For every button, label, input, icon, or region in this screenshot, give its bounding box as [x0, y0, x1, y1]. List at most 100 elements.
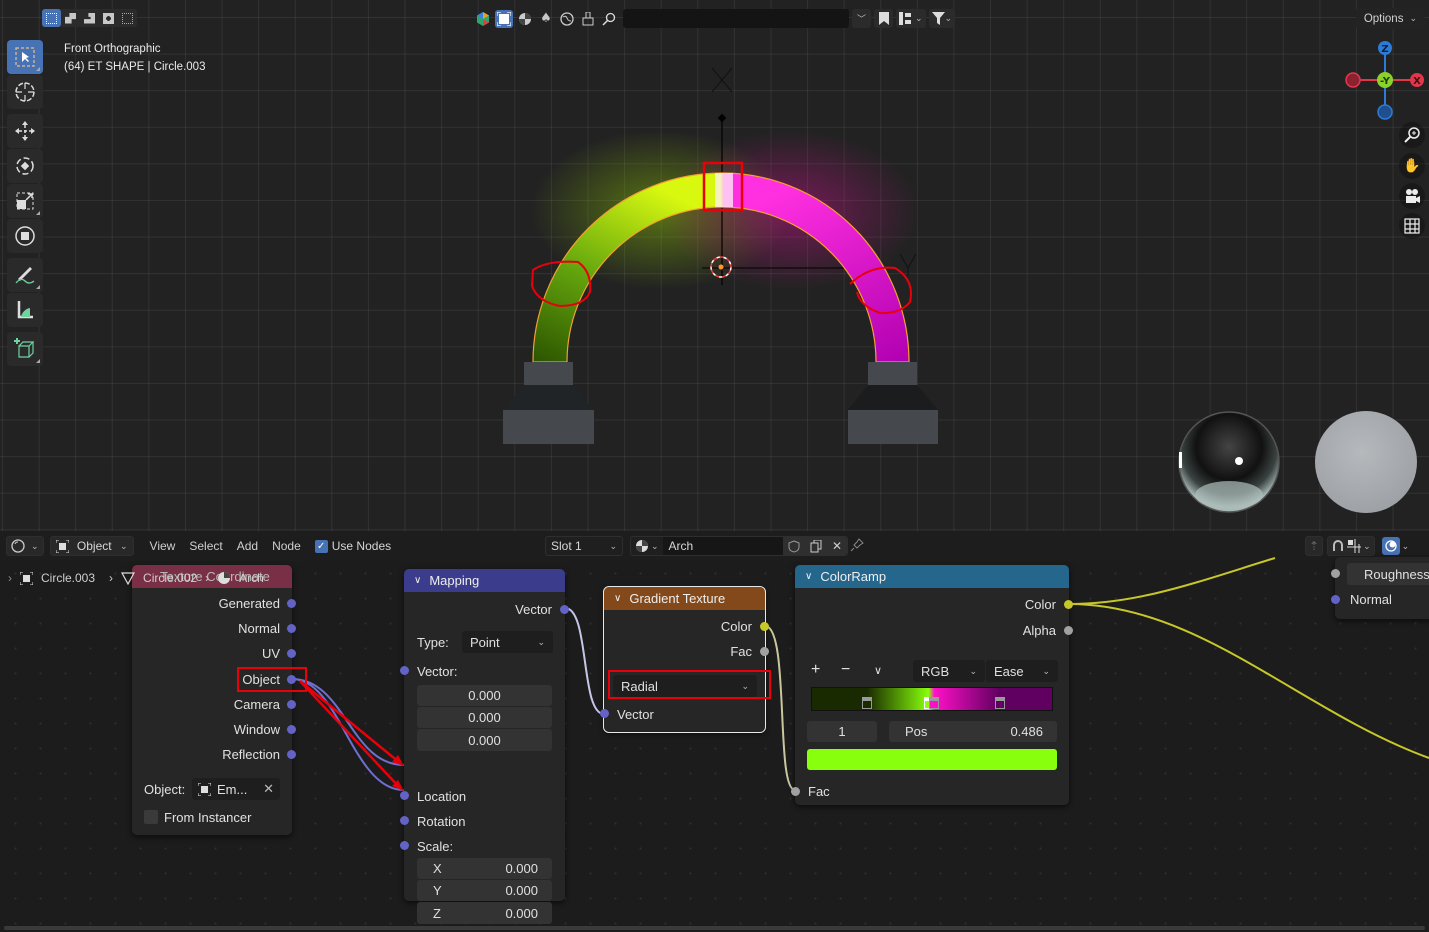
socket-color-out[interactable] [1064, 600, 1073, 609]
node-title: Gradient Texture [629, 591, 726, 606]
socket-normal[interactable] [287, 624, 296, 633]
camera-view-button[interactable] [1399, 183, 1425, 209]
socket-fac-out[interactable] [760, 647, 769, 656]
color-stop-handle[interactable] [994, 697, 1005, 709]
link-colorramp-emission [1068, 557, 1276, 605]
socket-object[interactable] [287, 675, 296, 684]
stop-position-field[interactable]: Pos 0.486 [889, 721, 1057, 742]
interpolation-value: Ease [994, 663, 1024, 679]
colorramp-node[interactable]: ∨ ColorRamp Color Alpha + − ∨ RGB ⌄ Ease ⌄… [791, 565, 1073, 805]
add-stop-button[interactable]: + [811, 660, 820, 680]
hdri-diffuse-sphere[interactable] [1315, 411, 1417, 513]
socket-label: Color [720, 618, 752, 634]
link-colorramp-shader [1068, 603, 1429, 759]
remove-stop-button[interactable]: − [841, 660, 850, 680]
output-color: Color [721, 616, 752, 636]
material-sphere-icon [218, 572, 231, 584]
link-gradient-colorramp [764, 625, 796, 791]
clear-object-icon[interactable]: ✕ [263, 781, 274, 797]
gizmo-neg-x-axis[interactable] [1345, 72, 1361, 88]
socket-vector-out[interactable] [560, 605, 569, 614]
interpolation-dropdown[interactable]: Ease ⌄ [986, 660, 1058, 682]
texture-coordinate-node[interactable]: Texture Coordinate Generated Normal UV O… [132, 565, 296, 835]
socket-label: Normal [238, 620, 280, 636]
chevron-down-icon: ⌄ [537, 636, 545, 647]
collapse-chevron-icon[interactable]: ∨ [414, 575, 421, 586]
axis: X [433, 861, 442, 876]
node-title: Mapping [429, 573, 480, 588]
object-icon [20, 571, 33, 585]
socket-rotation[interactable] [400, 816, 409, 825]
3d-viewport[interactable]: Front Orthographic (64) ET SHAPE | Circl… [0, 0, 1429, 531]
shader-node-editor[interactable]: ⌄ Object ⌄ View Select Add Node ✓ Use No… [0, 531, 1429, 932]
scale-z-field[interactable]: Z 0.000 [417, 902, 552, 924]
principled-bsdf-node-partial[interactable]: Roughness Normal [1331, 557, 1429, 619]
left-pedestal[interactable] [503, 362, 594, 444]
collapse-chevron-icon[interactable]: ∨ [805, 571, 812, 582]
mesh-data-icon [121, 571, 136, 585]
type-dropdown[interactable]: Point ⌄ [462, 631, 553, 653]
hand-icon: ✋ [1403, 158, 1421, 174]
socket-roughness-in[interactable] [1331, 569, 1340, 578]
socket-camera[interactable] [287, 700, 296, 709]
active-stop-index-field[interactable]: 1 [807, 721, 877, 742]
socket-reflection[interactable] [287, 750, 296, 759]
checkbox-unchecked-icon[interactable] [144, 810, 158, 824]
socket-fac-in[interactable] [791, 787, 800, 796]
socket-location[interactable] [400, 791, 409, 800]
scale-x-field[interactable]: X 0.000 [417, 858, 552, 879]
object-picker[interactable]: Em... ✕ [192, 778, 280, 800]
pan-button[interactable]: ✋ [1399, 153, 1425, 179]
label: Rotation [417, 813, 466, 829]
socket-normal-in[interactable] [1331, 595, 1340, 604]
color-ramp-stops [811, 697, 1053, 717]
color-stop-handle[interactable] [929, 697, 940, 709]
vector-x-field[interactable]: 0.000 [417, 685, 552, 706]
socket-vector-in[interactable] [400, 666, 409, 675]
socket-uv[interactable] [287, 649, 296, 658]
socket-label: Generated [218, 595, 280, 611]
socket-label: Fac [808, 783, 830, 799]
socket-label: Alpha [1022, 622, 1056, 638]
breadcrumb-separator: › [109, 571, 114, 585]
socket-vector-in[interactable] [600, 709, 609, 718]
ramp-menu-dropdown[interactable]: ∨ [874, 660, 882, 680]
right-pedestal[interactable] [848, 362, 938, 444]
output-fac: Fac [730, 641, 752, 661]
node-header[interactable]: ∨ Mapping [404, 569, 565, 592]
vector-y-field[interactable]: 0.000 [417, 707, 552, 728]
label: Type: [417, 634, 449, 650]
value: 0.486 [1010, 724, 1043, 739]
zoom-button[interactable] [1399, 122, 1425, 148]
color-mode-dropdown[interactable]: RGB ⌄ [913, 660, 985, 682]
mapping-node[interactable]: ∨ Mapping Vector Type: Point ⌄ Vector: 0.… [400, 569, 569, 924]
color-stop-handle[interactable] [861, 697, 872, 709]
socket-scale[interactable] [400, 841, 409, 850]
hdri-chrome-sphere[interactable] [1178, 411, 1280, 513]
gradient-texture-node[interactable]: ∨ Gradient Texture Color Fac Radial ⌄ Vec… [600, 586, 769, 733]
gizmo-neg-z-axis[interactable] [1377, 104, 1393, 120]
socket-window[interactable] [287, 725, 296, 734]
collapse-chevron-icon[interactable]: ∨ [614, 593, 621, 604]
from-instancer-checkbox[interactable]: From Instancer [144, 807, 251, 827]
chevron-down-icon: ⌄ [969, 665, 977, 676]
value: 0.000 [468, 688, 501, 703]
vector-label: Vector: [417, 661, 457, 681]
ortho-toggle-button[interactable] [1399, 213, 1425, 239]
gradient-type-dropdown[interactable]: Radial ⌄ [613, 675, 757, 697]
node-header[interactable]: ∨ ColorRamp [795, 565, 1069, 588]
socket-alpha-out[interactable] [1064, 626, 1073, 635]
stop-color-swatch[interactable] [807, 749, 1057, 770]
output-window: Window [234, 719, 280, 739]
rotation-input: Rotation [417, 811, 465, 831]
node-header[interactable]: ∨ Gradient Texture [604, 587, 765, 610]
socket-color-out[interactable] [760, 622, 769, 631]
value: 0.000 [505, 905, 538, 921]
vector-z-field[interactable]: 0.000 [417, 729, 552, 751]
roughness-field[interactable]: Roughness [1347, 563, 1429, 585]
socket-generated[interactable] [287, 599, 296, 608]
navigation-gizmo[interactable]: Z X -Y [1340, 40, 1429, 125]
scale-y-field[interactable]: Y 0.000 [417, 880, 552, 901]
type-value: Point [470, 634, 500, 650]
scene-canvas[interactable] [0, 0, 1429, 531]
